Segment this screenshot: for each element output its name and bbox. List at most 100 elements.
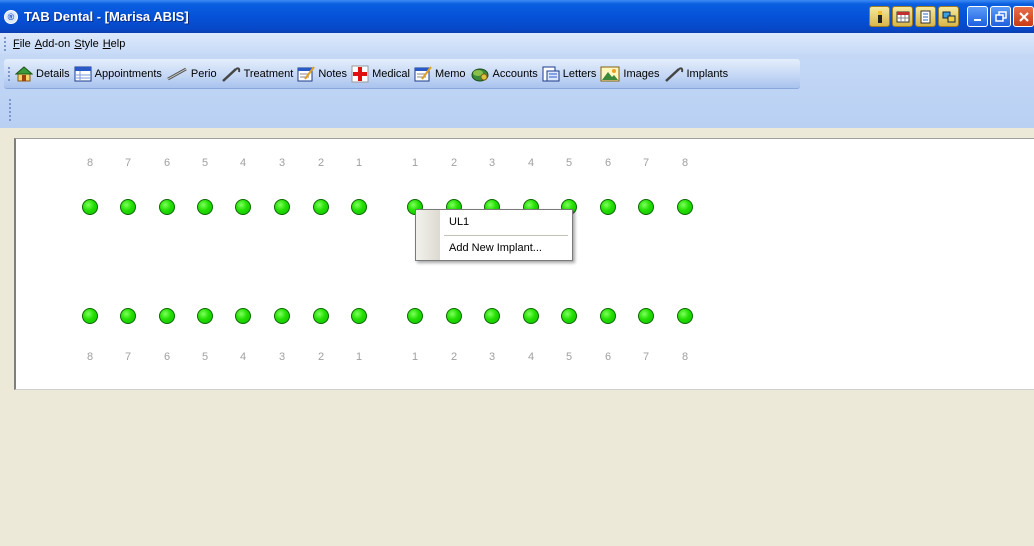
- images-button[interactable]: Images: [600, 65, 660, 83]
- letter-icon: [542, 66, 560, 81]
- lower-tooth-number: 1: [411, 351, 419, 363]
- lower-tooth[interactable]: [561, 308, 577, 324]
- lower-tooth-number: 5: [565, 351, 573, 363]
- upper-tooth-number: 1: [411, 157, 419, 169]
- implant-tool-icon: [664, 66, 683, 82]
- lower-tooth[interactable]: [484, 308, 500, 324]
- letters-label: Letters: [562, 67, 597, 80]
- upper-tooth[interactable]: [600, 199, 616, 215]
- upper-tooth[interactable]: [235, 199, 251, 215]
- menu-bar: File Add-on Style Help: [0, 33, 1034, 55]
- upper-tooth[interactable]: [313, 199, 329, 215]
- lower-tooth-number: 2: [317, 351, 325, 363]
- lower-tooth-number: 8: [86, 351, 94, 363]
- title-buttons: [869, 6, 1034, 27]
- treatment-button[interactable]: Treatment: [221, 65, 294, 83]
- calendar-tool-icon[interactable]: [892, 6, 913, 27]
- upper-tooth-number: 3: [278, 157, 286, 169]
- lower-tooth[interactable]: [407, 308, 423, 324]
- memo-icon: [414, 65, 432, 81]
- lower-tooth[interactable]: [677, 308, 693, 324]
- lower-tooth[interactable]: [274, 308, 290, 324]
- probe-icon: [167, 67, 187, 80]
- lower-tooth[interactable]: [600, 308, 616, 324]
- lower-tooth-number: 8: [681, 351, 689, 363]
- lower-tooth[interactable]: [313, 308, 329, 324]
- upper-tooth-number: 4: [239, 157, 247, 169]
- dental-chart-panel: 8 8 7 7 6 6 5 5 4 4 3 3 2 2 1 1 1 1 2 2 3 3 4 4 5 5 6 6 7 7 8 8: [14, 138, 1034, 390]
- lower-tooth[interactable]: [446, 308, 462, 324]
- lower-tooth[interactable]: [523, 308, 539, 324]
- upper-tooth[interactable]: [82, 199, 98, 215]
- perio-button[interactable]: Perio: [166, 65, 217, 83]
- upper-tooth-number: 4: [527, 157, 535, 169]
- add-new-implant-item[interactable]: Add New Implant...: [449, 242, 542, 254]
- document-tool-icon[interactable]: [915, 6, 936, 27]
- notes-button[interactable]: Notes: [297, 65, 347, 83]
- lower-tooth-number: 6: [604, 351, 612, 363]
- appointments-button[interactable]: Appointments: [74, 65, 162, 83]
- lower-tooth-number: 6: [163, 351, 171, 363]
- menu-add-on[interactable]: Add-on: [35, 38, 74, 50]
- secondary-toolbar-grip[interactable]: [9, 99, 12, 121]
- lower-tooth[interactable]: [197, 308, 213, 324]
- minimize-button[interactable]: [967, 6, 988, 27]
- menu-grip[interactable]: [4, 37, 7, 51]
- red-cross-icon: [351, 65, 369, 82]
- upper-tooth-number: 2: [317, 157, 325, 169]
- upper-tooth[interactable]: [120, 199, 136, 215]
- menu-help[interactable]: Help: [103, 38, 130, 50]
- lower-tooth-number: 5: [201, 351, 209, 363]
- upper-tooth-number: 6: [163, 157, 171, 169]
- perio-label: Perio: [190, 67, 217, 80]
- dental-tool-icon: [221, 66, 240, 82]
- pen-tool-icon[interactable]: [869, 6, 890, 27]
- lower-tooth-number: 4: [239, 351, 247, 363]
- upper-tooth[interactable]: [197, 199, 213, 215]
- letters-button[interactable]: Letters: [542, 65, 597, 83]
- menu-file[interactable]: File: [13, 38, 35, 50]
- lower-tooth[interactable]: [638, 308, 654, 324]
- upper-tooth[interactable]: [159, 199, 175, 215]
- transfer-tool-icon[interactable]: [938, 6, 959, 27]
- lower-tooth[interactable]: [235, 308, 251, 324]
- lower-tooth-number: 4: [527, 351, 535, 363]
- implants-button[interactable]: Implants: [664, 65, 728, 83]
- window-title: TAB Dental - [Marisa ABIS]: [24, 9, 189, 24]
- details-label: Details: [36, 67, 70, 80]
- details-button[interactable]: Details: [15, 65, 70, 83]
- title-bar: ® TAB Dental - [Marisa ABIS]: [0, 0, 1034, 33]
- notepad-icon: [297, 65, 316, 81]
- medical-label: Medical: [372, 67, 410, 80]
- upper-tooth-number: 5: [201, 157, 209, 169]
- lower-tooth-number: 3: [488, 351, 496, 363]
- menu-style[interactable]: Style: [74, 38, 102, 50]
- lower-tooth[interactable]: [351, 308, 367, 324]
- upper-tooth[interactable]: [677, 199, 693, 215]
- lower-tooth[interactable]: [82, 308, 98, 324]
- toolbar-area: Details Appointments Perio Treatment Not…: [0, 55, 1034, 128]
- treatment-label: Treatment: [243, 67, 294, 80]
- restore-button[interactable]: [990, 6, 1011, 27]
- toolbar-grip[interactable]: [8, 66, 11, 81]
- lower-tooth-number: 7: [124, 351, 132, 363]
- close-button[interactable]: [1013, 6, 1034, 27]
- upper-tooth[interactable]: [638, 199, 654, 215]
- memo-label: Memo: [434, 67, 466, 80]
- upper-tooth-number: 2: [450, 157, 458, 169]
- upper-tooth-number: 6: [604, 157, 612, 169]
- main-toolbar: Details Appointments Perio Treatment Not…: [4, 59, 800, 89]
- upper-tooth[interactable]: [274, 199, 290, 215]
- lower-tooth-number: 7: [642, 351, 650, 363]
- upper-tooth-number: 1: [355, 157, 363, 169]
- upper-tooth[interactable]: [351, 199, 367, 215]
- accounts-button[interactable]: Accounts: [470, 65, 538, 83]
- upper-tooth-number: 8: [681, 157, 689, 169]
- lower-tooth[interactable]: [159, 308, 175, 324]
- medical-button[interactable]: Medical: [351, 65, 410, 83]
- app-icon[interactable]: ®: [4, 9, 18, 24]
- memo-button[interactable]: Memo: [414, 65, 466, 83]
- lower-tooth[interactable]: [120, 308, 136, 324]
- upper-tooth-number: 8: [86, 157, 94, 169]
- lower-tooth-number: 3: [278, 351, 286, 363]
